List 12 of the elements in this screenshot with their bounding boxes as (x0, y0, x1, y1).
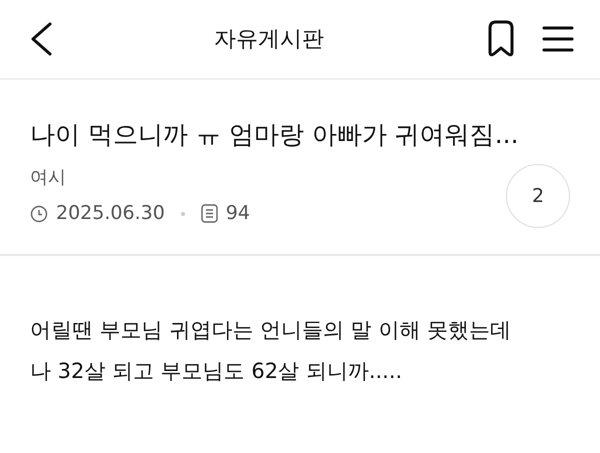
document-icon (200, 204, 218, 223)
view-count: 94 (226, 201, 250, 226)
clock-icon (30, 204, 48, 222)
author-name: 여시 (30, 167, 66, 188)
post-date: 2025.06.30 (56, 201, 165, 226)
post-title: 나이 먹으니까 ㅠ 엄마랑 아빠가 귀여워짐... (29, 119, 520, 150)
separator-dot (180, 212, 185, 216)
header-title: 자유게시판 (214, 26, 324, 52)
menu-button[interactable] (542, 25, 574, 53)
comment-count-button[interactable]: 2 (506, 164, 570, 228)
body-text-line: 나 32살 되고 부모님도 62살 되니까..... (30, 359, 402, 383)
body-text-line: 어릴땐 부모님 귀엽다는 언니들의 말 이해 못했는데 (30, 318, 512, 342)
